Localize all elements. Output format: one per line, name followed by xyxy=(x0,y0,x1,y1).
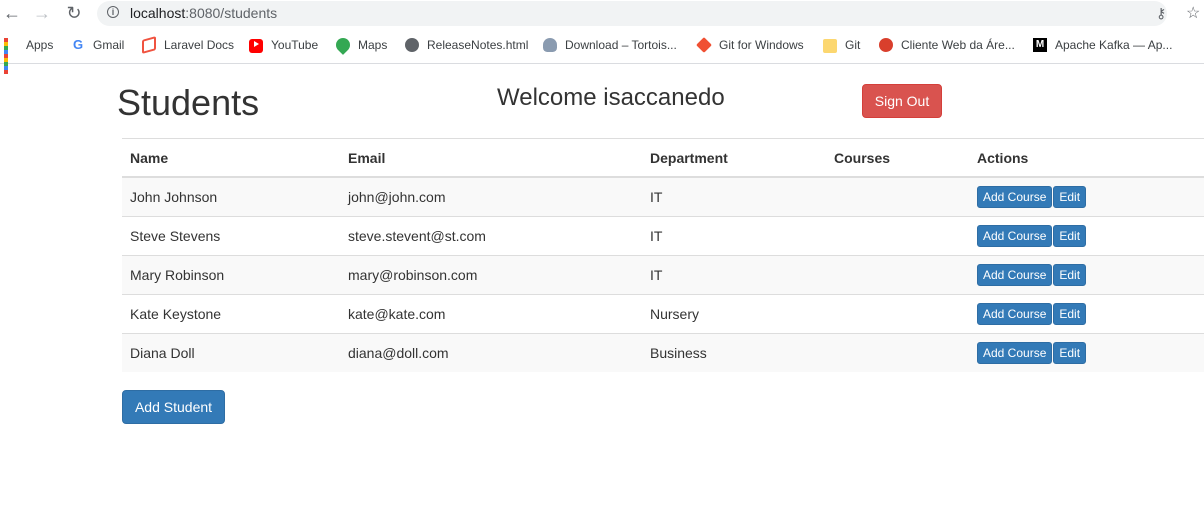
add-course-button[interactable]: Add Course xyxy=(977,303,1053,325)
youtube-icon xyxy=(249,39,263,53)
cell-name: Mary Robinson xyxy=(122,255,340,295)
cell-courses xyxy=(826,176,969,217)
cell-name: Diana Doll xyxy=(122,333,340,372)
students-table: Name Email Department Courses Actions Jo… xyxy=(122,138,1204,372)
cell-courses xyxy=(826,333,969,372)
folder-icon xyxy=(823,39,837,53)
bookmark-releasenotes[interactable]: ReleaseNotes.html xyxy=(405,37,528,53)
bookmark-label: Apps xyxy=(26,38,54,52)
table-row: Kate Keystone kate@kate.com Nursery Add … xyxy=(122,294,1204,334)
column-header-department: Department xyxy=(642,138,826,178)
cell-email: diana@doll.com xyxy=(340,333,642,372)
star-icon[interactable]: ☆ xyxy=(1186,3,1200,23)
key-icon[interactable]: ⚷ xyxy=(1156,5,1166,22)
url-host: localhost xyxy=(130,5,186,21)
edit-button[interactable]: Edit xyxy=(1053,225,1087,247)
cell-name: Steve Stevens xyxy=(122,216,340,256)
globe-icon xyxy=(405,38,419,52)
cell-actions: Add Course Edit xyxy=(969,216,1204,256)
browser-toolbar: ← → ↻ i localhost:8080/students ⚷ ☆ xyxy=(0,0,1204,27)
forward-arrow-icon[interactable]: → xyxy=(32,3,52,23)
add-course-button[interactable]: Add Course xyxy=(977,186,1053,208)
edit-button[interactable]: Edit xyxy=(1053,186,1087,208)
column-header-actions: Actions xyxy=(969,138,1204,178)
cell-department: Nursery xyxy=(642,294,826,334)
edit-button[interactable]: Edit xyxy=(1053,342,1087,364)
bookmark-label: ReleaseNotes.html xyxy=(427,38,529,52)
add-student-button[interactable]: Add Student xyxy=(122,390,225,424)
bookmark-maps[interactable]: Maps xyxy=(333,35,388,55)
maps-pin-icon xyxy=(333,35,353,55)
add-course-button[interactable]: Add Course xyxy=(977,225,1053,247)
bookmark-laravel-docs[interactable]: Laravel Docs xyxy=(142,36,235,54)
cell-email: john@john.com xyxy=(340,176,642,217)
bookmark-git-folder[interactable]: Git xyxy=(823,37,860,53)
column-header-courses: Courses xyxy=(826,138,969,178)
cell-email: steve.stevent@st.com xyxy=(340,216,642,256)
bookmark-label: Download – Tortois... xyxy=(565,38,677,52)
edit-button[interactable]: Edit xyxy=(1053,303,1087,325)
table-row: Mary Robinson mary@robinson.com IT Add C… xyxy=(122,255,1204,295)
bookmark-apps[interactable]: Apps xyxy=(4,37,54,74)
bookmark-label: Gmail xyxy=(93,38,125,52)
cliente-icon xyxy=(879,38,893,52)
welcome-message: Welcome isaccanedo xyxy=(497,84,725,111)
cell-courses xyxy=(826,216,969,256)
bookmark-tortoise[interactable]: Download – Tortois... xyxy=(543,37,677,53)
column-header-name: Name xyxy=(122,138,340,178)
bookmark-apache-kafka[interactable]: M Apache Kafka — Ap... xyxy=(1033,37,1172,53)
bookmark-label: Cliente Web da Áre... xyxy=(901,38,1015,52)
bookmark-label: Laravel Docs xyxy=(164,38,235,52)
edit-button[interactable]: Edit xyxy=(1053,264,1087,286)
cell-courses xyxy=(826,294,969,334)
cell-department: IT xyxy=(642,176,826,217)
cell-email: kate@kate.com xyxy=(340,294,642,334)
cell-name: Kate Keystone xyxy=(122,294,340,334)
page-title: Students xyxy=(117,82,260,123)
bookmark-git-for-windows[interactable]: Git for Windows xyxy=(696,37,804,53)
cell-actions: Add Course Edit xyxy=(969,176,1204,217)
table-row: Diana Doll diana@doll.com Business Add C… xyxy=(122,333,1204,372)
bookmark-youtube[interactable]: YouTube xyxy=(249,37,318,53)
cell-actions: Add Course Edit xyxy=(969,294,1204,334)
add-course-button[interactable]: Add Course xyxy=(977,342,1053,364)
cell-actions: Add Course Edit xyxy=(969,333,1204,372)
medium-icon: M xyxy=(1033,38,1047,52)
table-row: John Johnson john@john.com IT Add Course… xyxy=(122,176,1204,217)
cell-actions: Add Course Edit xyxy=(969,255,1204,295)
bookmark-gmail[interactable]: G Gmail xyxy=(71,37,124,53)
git-icon xyxy=(696,37,712,53)
bookmarks-bar: Apps G Gmail Laravel Docs YouTube Maps R… xyxy=(0,27,1204,74)
bookmark-label: Git xyxy=(845,38,861,52)
add-course-button[interactable]: Add Course xyxy=(977,264,1053,286)
apps-grid-icon xyxy=(4,38,18,74)
bookmark-label: Apache Kafka — Ap... xyxy=(1055,38,1173,52)
cell-department: IT xyxy=(642,216,826,256)
bookmark-cliente-web[interactable]: Cliente Web da Áre... xyxy=(879,37,1015,53)
reload-icon[interactable]: ↻ xyxy=(64,3,84,23)
cell-department: IT xyxy=(642,255,826,295)
url-text[interactable]: localhost:8080/students xyxy=(130,5,277,21)
back-arrow-icon[interactable]: ← xyxy=(2,3,22,23)
table-header-row: Name Email Department Courses Actions xyxy=(122,138,1204,178)
cell-name: John Johnson xyxy=(122,176,340,217)
bookmark-label: Maps xyxy=(358,38,388,52)
info-icon[interactable]: i xyxy=(107,6,119,18)
google-g-icon: G xyxy=(72,37,84,52)
cell-email: mary@robinson.com xyxy=(340,255,642,295)
sign-out-button[interactable]: Sign Out xyxy=(862,84,942,118)
cell-department: Business xyxy=(642,333,826,372)
laravel-icon xyxy=(142,36,156,54)
bookmark-label: YouTube xyxy=(271,38,319,52)
cell-courses xyxy=(826,255,969,295)
tortoise-icon xyxy=(543,38,557,52)
url-path: :8080/students xyxy=(185,5,278,21)
column-header-email: Email xyxy=(340,138,642,178)
bookmark-label: Git for Windows xyxy=(719,38,804,52)
table-row: Steve Stevens steve.stevent@st.com IT Ad… xyxy=(122,216,1204,256)
